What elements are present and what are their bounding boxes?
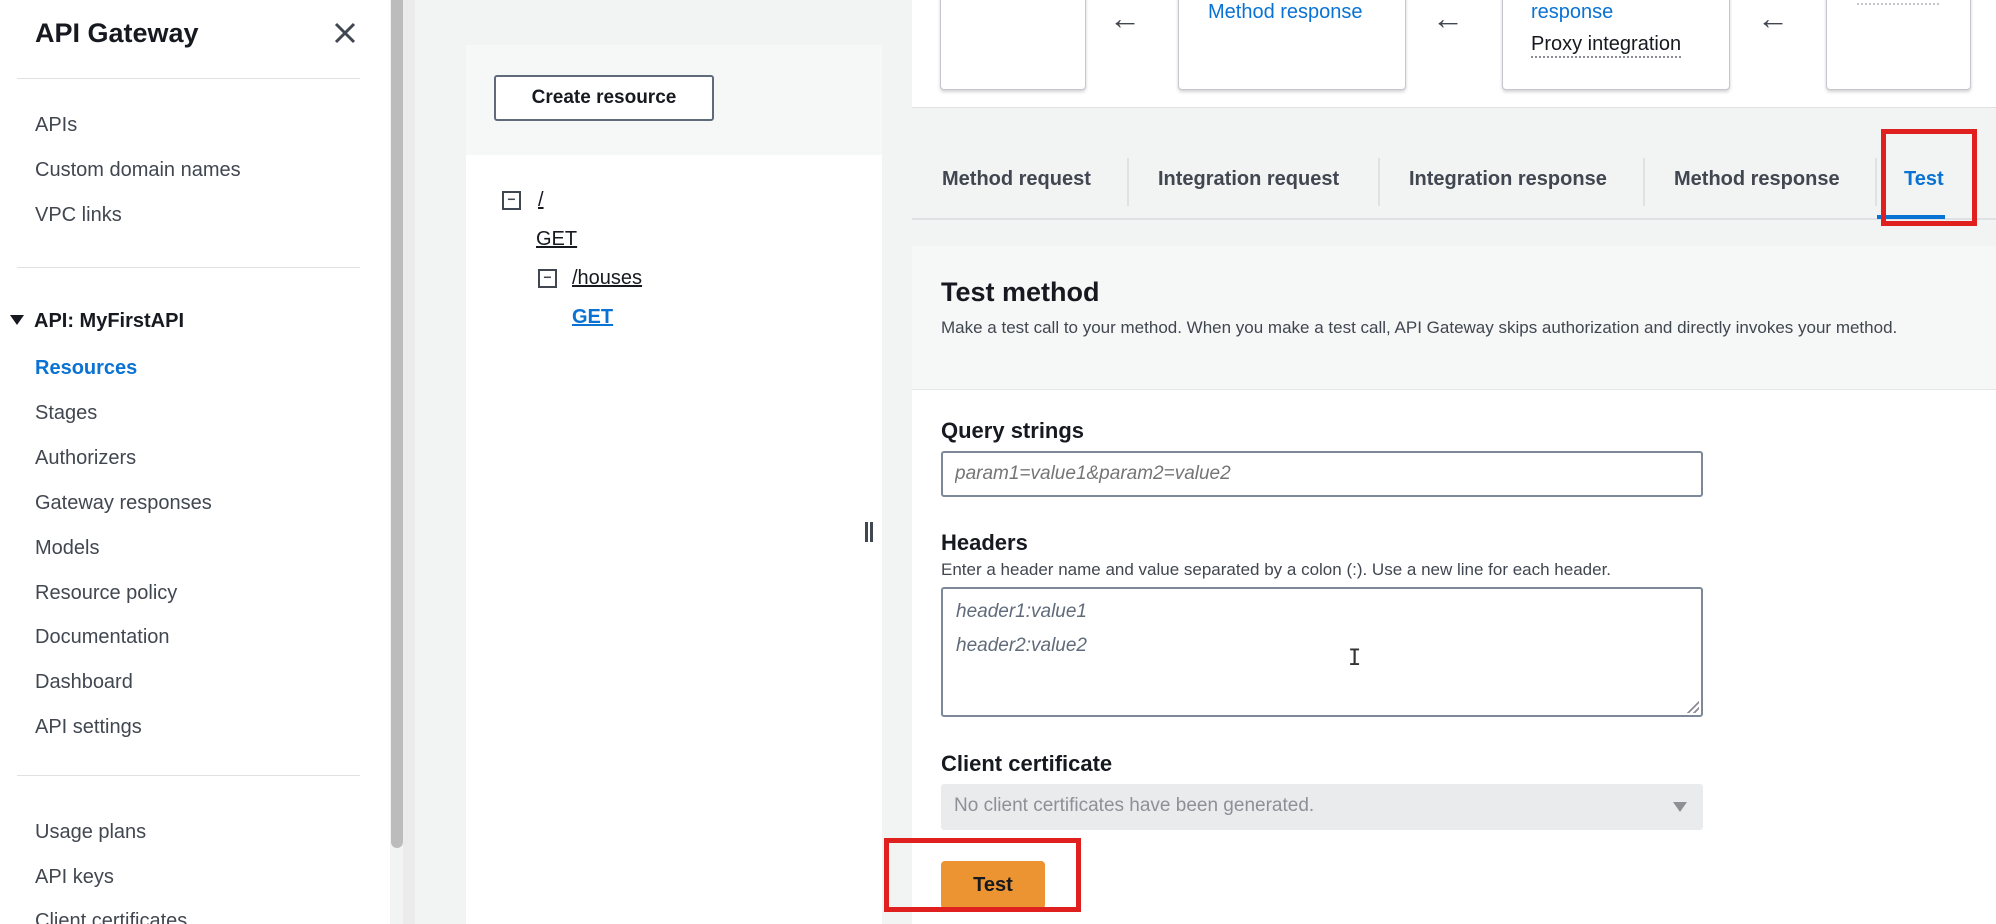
sidebar-scrollbar[interactable] bbox=[391, 0, 403, 848]
client-certificate-value: No client certificates have been generat… bbox=[954, 795, 1315, 816]
tab-integration-request[interactable]: Integration request bbox=[1158, 168, 1339, 191]
active-tab-indicator bbox=[1877, 215, 1945, 219]
nav-item-authorizers[interactable]: Authorizers bbox=[35, 447, 136, 470]
collapse-icon[interactable]: − bbox=[538, 269, 557, 288]
tree-resource-houses[interactable]: /houses bbox=[572, 267, 642, 290]
nav-item-custom-domain-names[interactable]: Custom domain names bbox=[35, 159, 241, 182]
test-method-description: Make a test call to your method. When yo… bbox=[941, 318, 1898, 337]
headers-placeholder-line: header1:value1 bbox=[956, 601, 1087, 622]
resource-panel-header: Create resource bbox=[466, 45, 882, 155]
method-tabs: Method request Integration request Integ… bbox=[912, 140, 1996, 220]
create-resource-button[interactable]: Create resource bbox=[494, 75, 714, 121]
nav-divider bbox=[17, 78, 360, 79]
close-icon[interactable] bbox=[328, 16, 362, 50]
nav-item-documentation[interactable]: Documentation bbox=[35, 626, 170, 649]
collapse-icon[interactable]: − bbox=[502, 191, 521, 210]
tab-separator bbox=[1127, 158, 1129, 206]
service-title: API Gateway bbox=[35, 18, 199, 48]
flow-box-integration-response: response Proxy integration bbox=[1502, 0, 1730, 90]
tab-separator bbox=[1643, 158, 1645, 206]
nav-item-resources[interactable]: Resources bbox=[35, 357, 137, 380]
nav-item-vpc-links[interactable]: VPC links bbox=[35, 204, 122, 227]
tab-test[interactable]: Test bbox=[1904, 168, 1944, 191]
tab-separator bbox=[1378, 158, 1380, 206]
nav-item-gateway-responses[interactable]: Gateway responses bbox=[35, 492, 212, 515]
nav-item-apis[interactable]: APIs bbox=[35, 114, 77, 137]
side-navigation: API Gateway APIs Custom domain names VPC… bbox=[0, 0, 390, 924]
test-method-title: Test method bbox=[941, 277, 1100, 307]
api-section-toggle[interactable]: API: MyFirstAPI bbox=[10, 310, 184, 333]
tree-method-root-get[interactable]: GET bbox=[536, 228, 577, 251]
nav-item-api-keys[interactable]: API keys bbox=[35, 866, 114, 889]
client-certificate-select[interactable]: No client certificates have been generat… bbox=[941, 784, 1703, 830]
headers-hint: Enter a header name and value separated … bbox=[941, 560, 1612, 579]
sidebar-gutter bbox=[403, 0, 415, 924]
nav-item-stages[interactable]: Stages bbox=[35, 402, 97, 425]
flow-box-integration bbox=[1826, 0, 1971, 90]
caret-down-icon bbox=[10, 314, 24, 325]
flow-box-client bbox=[940, 0, 1086, 90]
flow-proxy-integration: Proxy integration bbox=[1531, 33, 1682, 58]
tree-method-houses-get[interactable]: GET bbox=[572, 306, 613, 329]
tab-separator bbox=[1875, 158, 1877, 206]
resize-grip-icon[interactable] bbox=[1687, 701, 1699, 713]
flow-method-response-link[interactable]: Method response bbox=[1208, 1, 1363, 24]
test-button[interactable]: Test bbox=[941, 861, 1045, 909]
nav-item-client-certificates[interactable]: Client certificates bbox=[35, 910, 187, 924]
test-method-panel: Test method Make a test call to your met… bbox=[912, 246, 1996, 924]
tab-method-request[interactable]: Method request bbox=[942, 168, 1091, 191]
nav-item-usage-plans[interactable]: Usage plans bbox=[35, 821, 146, 844]
query-strings-label: Query strings bbox=[941, 418, 1085, 443]
arrow-left-icon: ← bbox=[1432, 0, 1464, 36]
arrow-left-icon: ← bbox=[1109, 0, 1141, 36]
flow-integration-response-link[interactable]: response bbox=[1531, 1, 1613, 24]
nav-divider bbox=[17, 775, 360, 776]
tree-resource-root[interactable]: / bbox=[538, 189, 544, 212]
tab-method-response[interactable]: Method response bbox=[1674, 168, 1840, 191]
flow-box-placeholder bbox=[1857, 3, 1939, 5]
client-certificate-label: Client certificate bbox=[941, 751, 1113, 776]
nav-item-api-settings[interactable]: API settings bbox=[35, 716, 142, 739]
headers-placeholder-line: header2:value2 bbox=[956, 635, 1087, 656]
nav-divider bbox=[17, 267, 360, 268]
nav-item-dashboard[interactable]: Dashboard bbox=[35, 671, 133, 694]
query-strings-input[interactable] bbox=[941, 451, 1703, 497]
headers-textarea[interactable]: header1:value1 header2:value2 bbox=[941, 587, 1703, 717]
resource-tree-panel: Create resource − / GET − /houses GET bbox=[466, 45, 882, 924]
api-section-label: API: MyFirstAPI bbox=[34, 310, 185, 332]
flow-box-method-response: Method response bbox=[1178, 0, 1406, 90]
panel-resize-handle[interactable] bbox=[865, 522, 873, 542]
nav-item-resource-policy[interactable]: Resource policy bbox=[35, 582, 177, 605]
text-cursor-icon: I bbox=[1348, 646, 1362, 671]
test-method-header: Test method Make a test call to your met… bbox=[912, 246, 1996, 390]
headers-label: Headers bbox=[941, 530, 1028, 555]
caret-down-icon bbox=[1673, 802, 1687, 812]
nav-item-models[interactable]: Models bbox=[35, 537, 99, 560]
method-execution-flow: ← Method response ← response Proxy integ… bbox=[912, 0, 1996, 108]
arrow-left-icon: ← bbox=[1757, 0, 1789, 36]
tab-integration-response[interactable]: Integration response bbox=[1409, 168, 1607, 191]
